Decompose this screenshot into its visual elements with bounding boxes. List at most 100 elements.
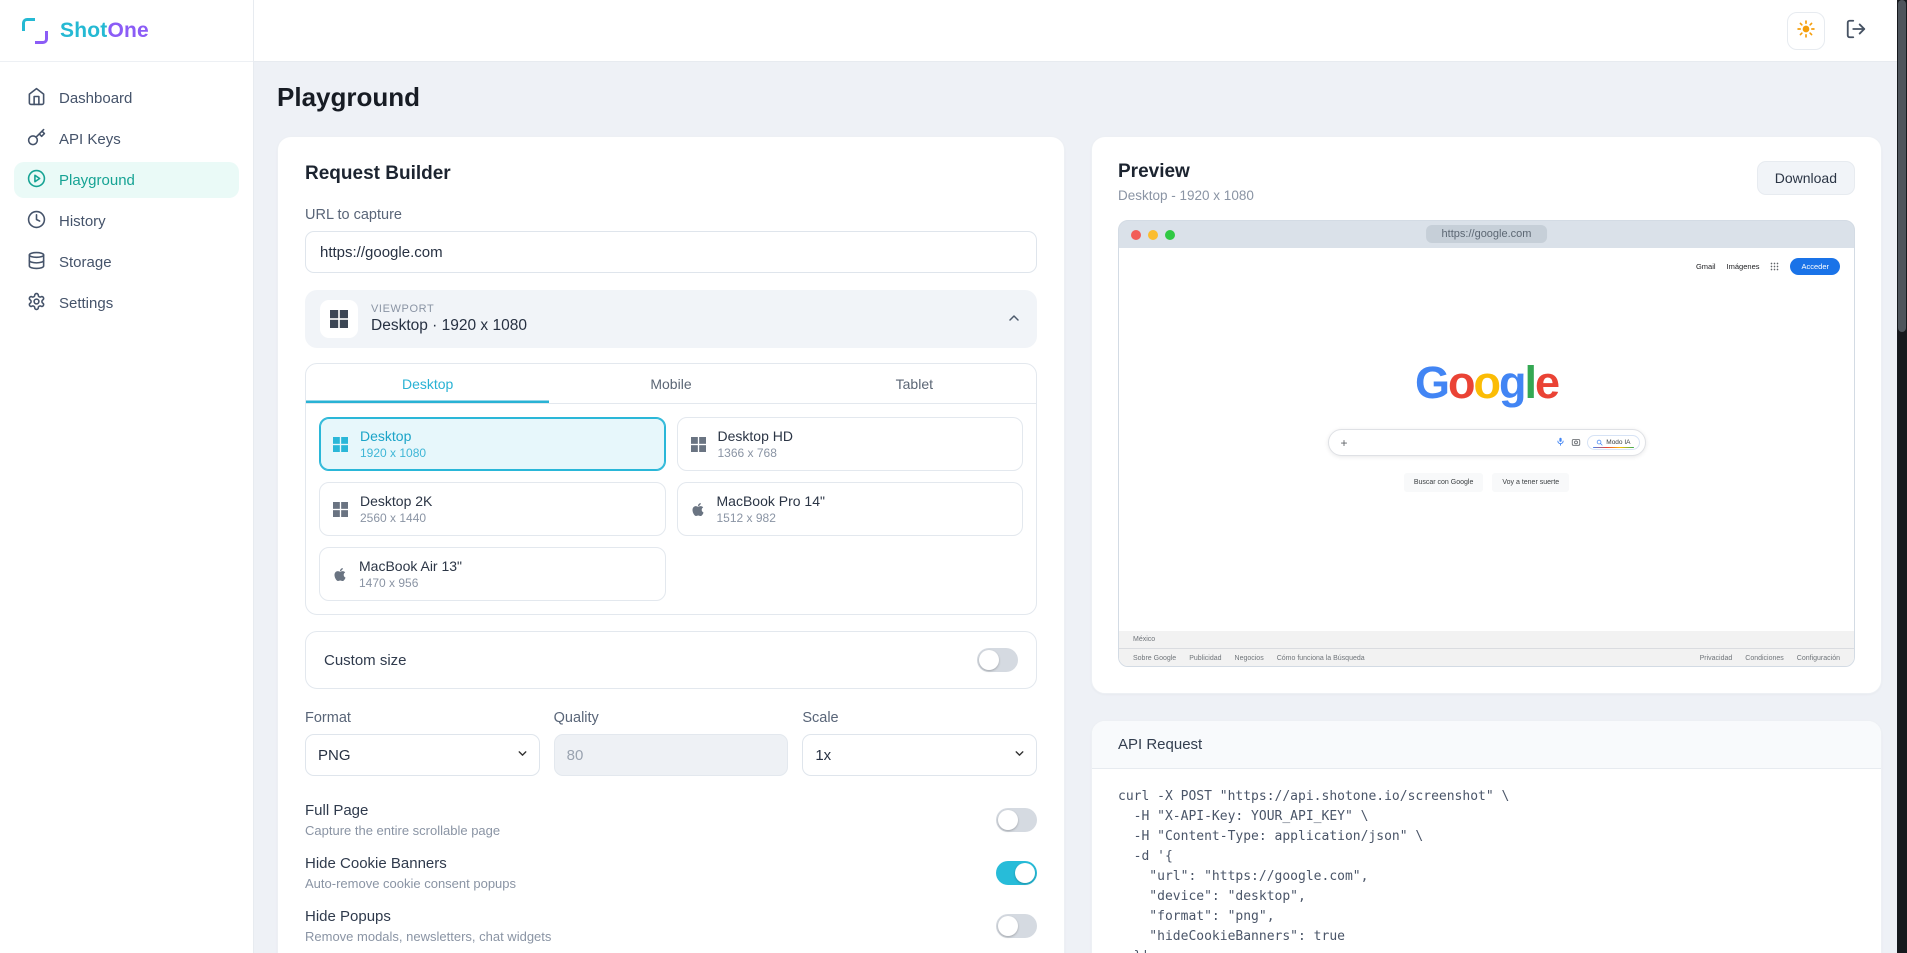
hide-popups-row: Hide Popups Remove modals, newsletters, c… [305, 908, 1037, 944]
device-name: Desktop [360, 428, 426, 444]
device-resolution: 1470 x 956 [359, 576, 462, 590]
footer-link: Publicidad [1189, 655, 1221, 662]
logo: ShotOne [0, 0, 253, 62]
logout-button[interactable] [1845, 18, 1867, 43]
device-name: MacBook Pro 14" [717, 493, 825, 509]
custom-size-label: Custom size [324, 652, 407, 669]
device-name: MacBook Air 13" [359, 558, 462, 574]
sidebar-item-playground[interactable]: Playground [14, 162, 239, 198]
sidebar-item-label: Dashboard [59, 90, 132, 107]
device-resolution: 1920 x 1080 [360, 446, 426, 460]
request-builder-card: Request Builder URL to capture VIEWPORT … [277, 136, 1065, 953]
database-icon [27, 251, 46, 274]
theme-toggle-button[interactable] [1787, 12, 1825, 50]
sidebar-item-settings[interactable]: Settings [14, 285, 239, 321]
scale-label: Scale [802, 710, 1037, 726]
format-label: Format [305, 710, 540, 726]
plus-icon: + [1341, 436, 1348, 450]
home-icon [27, 87, 46, 110]
device-option-desktop[interactable]: Desktop 1920 x 1080 [319, 417, 666, 471]
url-label: URL to capture [305, 207, 1037, 223]
browser-url-pill: https://google.com [1426, 225, 1548, 243]
footer-link: Configuración [1797, 655, 1840, 662]
traffic-light-red-icon [1131, 230, 1141, 240]
scrollbar-thumb[interactable] [1898, 0, 1906, 332]
hide-popups-label: Hide Popups [305, 908, 551, 925]
sidebar-item-label: Storage [59, 254, 112, 271]
full-page-row: Full PageCapture the entire scrollable p… [305, 802, 1037, 838]
full-page-description: Capture the entire scrollable page [305, 823, 500, 838]
hide-cookie-banners-toggle[interactable] [996, 861, 1037, 885]
viewport-label: VIEWPORT [371, 303, 993, 315]
tab-mobile[interactable]: Mobile [549, 364, 792, 403]
custom-size-toggle[interactable] [977, 648, 1018, 672]
sidebar-nav: Dashboard API Keys Playground History St… [0, 62, 253, 339]
format-select[interactable]: PNG [305, 734, 540, 776]
signin-button: Acceder [1790, 258, 1840, 275]
top-header [254, 0, 1897, 62]
sidebar-item-label: API Keys [59, 131, 121, 148]
request-builder-title: Request Builder [305, 163, 1037, 185]
device-tabs: Desktop Mobile Tablet [306, 364, 1036, 404]
apple-icon [333, 567, 347, 582]
preview-title: Preview [1118, 161, 1254, 183]
google-footer: México Sobre Google Publicidad Negocios … [1119, 631, 1854, 667]
device-resolution: 1512 x 982 [717, 511, 825, 525]
custom-size-row: Custom size [305, 631, 1037, 689]
hide-cookie-banners-label: Hide Cookie Banners [305, 855, 516, 872]
device-resolution: 1366 x 768 [718, 446, 793, 460]
footer-link: Privacidad [1700, 655, 1733, 662]
hide-popups-description: Remove modals, newsletters, chat widgets [305, 929, 551, 944]
api-request-card: API Request curl -X POST "https://api.sh… [1091, 720, 1882, 953]
clock-icon [27, 210, 46, 233]
hide-cookie-banners-row: Hide Cookie Banners Auto-remove cookie co… [305, 855, 1037, 891]
download-button[interactable]: Download [1757, 161, 1855, 195]
sidebar-item-history[interactable]: History [14, 203, 239, 239]
sidebar-item-storage[interactable]: Storage [14, 244, 239, 280]
viewport-value: Desktop · 1920 x 1080 [371, 317, 993, 335]
app-title: ShotOne [60, 19, 149, 43]
gear-icon [27, 292, 46, 315]
google-logo: Google [1119, 360, 1854, 405]
device-grid: Desktop1920 x 1080 Desktop HD1366 x 768 … [306, 404, 1036, 614]
feeling-lucky-button: Voy a tener suerte [1492, 473, 1569, 492]
device-option-macbook-air-13[interactable]: MacBook Air 13" 1470 x 956 [319, 547, 666, 601]
device-option-desktop-hd[interactable]: Desktop HD 1366 x 768 [677, 417, 1024, 471]
viewport-selector-button[interactable]: VIEWPORT Desktop · 1920 x 1080 [305, 290, 1037, 348]
app-window: ShotOne Dashboard API Keys Playground Hi… [0, 0, 1897, 953]
preview-card: Preview Desktop - 1920 x 1080 Download h… [1091, 136, 1882, 694]
page-title: Playground [277, 82, 1882, 113]
device-name: Desktop 2K [360, 493, 432, 509]
browser-chrome-bar: https://google.com [1119, 221, 1854, 248]
preview-subtitle: Desktop - 1920 x 1080 [1118, 188, 1254, 203]
sidebar-item-label: Playground [59, 172, 135, 189]
gmail-link: Gmail [1696, 262, 1716, 271]
hide-cookie-banners-description: Auto-remove cookie consent popups [305, 876, 516, 891]
device-option-desktop-2k[interactable]: Desktop 2K2560 x 1440 [319, 482, 666, 536]
device-option-macbook-pro-14[interactable]: MacBook Pro 14" 1512 x 982 [677, 482, 1024, 536]
hide-popups-toggle[interactable] [996, 914, 1037, 938]
mic-icon [1556, 434, 1565, 452]
footer-link: Sobre Google [1133, 655, 1176, 662]
sidebar-item-dashboard[interactable]: Dashboard [14, 80, 239, 116]
url-input[interactable] [305, 231, 1037, 273]
windows-icon [333, 502, 348, 517]
quality-label: Quality [554, 710, 789, 726]
device-name: Desktop HD [718, 428, 793, 444]
main-content: Playground Request Builder URL to captur… [254, 62, 1897, 953]
quality-input[interactable] [554, 734, 789, 776]
browser-preview-mockup: https://google.com Gmail Imágenes Accede… [1118, 220, 1855, 667]
tab-desktop[interactable]: Desktop [306, 364, 549, 403]
play-circle-icon [27, 169, 46, 192]
footer-region: México [1119, 631, 1854, 649]
page-scrollbar[interactable] [1897, 0, 1907, 953]
sidebar-item-api-keys[interactable]: API Keys [14, 121, 239, 157]
google-search-button: Buscar con Google [1404, 473, 1484, 492]
logo-mark-icon [22, 18, 48, 44]
images-link: Imágenes [1727, 262, 1760, 271]
scale-select[interactable]: 1x [802, 734, 1037, 776]
sidebar-item-label: Settings [59, 295, 113, 312]
chevron-up-icon [1006, 310, 1022, 329]
tab-tablet[interactable]: Tablet [793, 364, 1036, 403]
full-page-toggle[interactable] [996, 808, 1037, 832]
